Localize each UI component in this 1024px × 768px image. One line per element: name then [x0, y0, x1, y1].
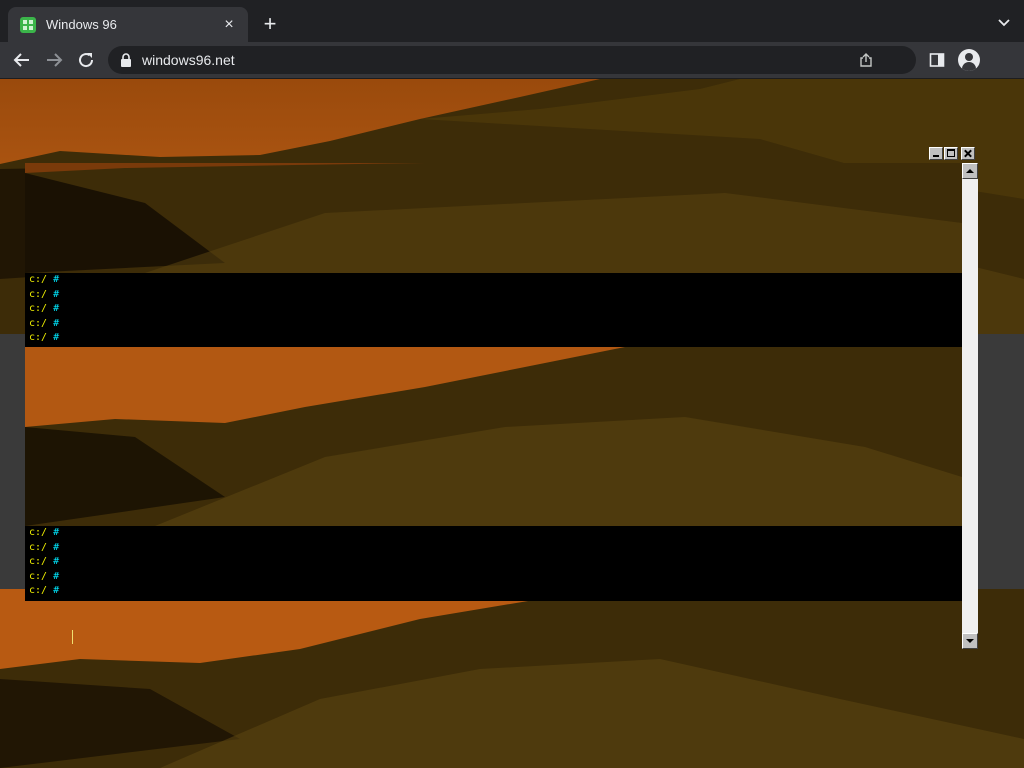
share-icon[interactable]: [858, 52, 874, 68]
prompt-path: c:/: [29, 274, 48, 285]
prompt-hash: #: [53, 585, 60, 596]
prompt-hash: #: [53, 274, 60, 285]
tab-list-icon[interactable]: [996, 14, 1012, 30]
prompt-path: c:/: [29, 585, 48, 596]
scroll-down-arrow-icon[interactable]: [962, 633, 978, 649]
terminal-prompt-line: c:/ #: [25, 584, 962, 599]
close-button[interactable]: [961, 147, 975, 160]
terminal-prompt-line: c:/ #: [25, 526, 962, 541]
maximize-button[interactable]: [944, 147, 958, 160]
terminal-background-top: [25, 163, 962, 273]
windows96-desktop[interactable]: c:/ # c:/ # c:/ # c:/ # c:/ # c:/ # c:/ # c:/ …: [0, 79, 1024, 768]
prompt-path: c:/: [29, 332, 48, 343]
prompt-hash: #: [53, 317, 60, 329]
scroll-track[interactable]: [962, 179, 978, 633]
address-bar[interactable]: windows96.net: [108, 46, 916, 74]
back-icon[interactable]: [10, 48, 34, 72]
scroll-up-arrow-icon[interactable]: [962, 163, 978, 179]
terminal-output-1[interactable]: c:/ # c:/ # c:/ # c:/ # c:/ #: [25, 273, 962, 347]
terminal-background-mid: [25, 347, 962, 526]
prompt-path: c:/: [29, 317, 48, 329]
window-controls: [929, 147, 975, 160]
terminal-bg-image-top: [25, 163, 962, 273]
minimize-button[interactable]: [929, 147, 943, 160]
reload-icon[interactable]: [74, 48, 98, 72]
terminal-prompt-line: c:/ #: [25, 541, 962, 556]
prompt-path: c:/: [29, 570, 48, 582]
url-text[interactable]: windows96.net: [142, 52, 235, 68]
prompt-hash: #: [53, 332, 60, 343]
terminal-prompt-line: c:/ #: [25, 302, 962, 317]
terminal-window[interactable]: c:/ # c:/ # c:/ # c:/ # c:/ # c:/ # c:/ # c:/ …: [25, 147, 978, 649]
prompt-hash: #: [53, 288, 60, 300]
new-tab-button[interactable]: +: [258, 12, 282, 36]
windows96-favicon-icon: [20, 16, 36, 33]
terminal-prompt-line: c:/ #: [25, 555, 962, 570]
browser-tab[interactable]: Windows 96 ×: [8, 7, 248, 42]
prompt-path: c:/: [29, 288, 48, 300]
profile-icon[interactable]: [958, 49, 980, 71]
prompt-path: c:/: [29, 527, 48, 538]
terminal-prompt-line: c:/ #: [25, 273, 962, 288]
terminal-prompt-line: c:/ #: [25, 570, 962, 585]
lock-icon[interactable]: [120, 53, 132, 67]
prompt-hash: #: [53, 303, 60, 314]
forward-icon[interactable]: [42, 48, 66, 72]
prompt-hash: #: [53, 556, 60, 567]
tab-close-button[interactable]: ×: [220, 16, 238, 34]
prompt-path: c:/: [29, 303, 48, 314]
prompt-hash: #: [53, 570, 60, 582]
terminal-scrollbar[interactable]: [962, 163, 978, 649]
prompt-hash: #: [53, 541, 60, 553]
browser-toolbar: windows96.net: [0, 42, 1024, 79]
prompt-path: c:/: [29, 541, 48, 553]
prompt-path: c:/: [29, 556, 48, 567]
terminal-bg-image-mid: [25, 347, 962, 526]
terminal-output-2[interactable]: c:/ # c:/ # c:/ # c:/ # c:/ #: [25, 526, 962, 601]
tab-strip: Windows 96 × +: [0, 0, 1024, 42]
terminal-prompt-line: c:/ #: [25, 317, 962, 332]
tab-title: Windows 96: [46, 17, 117, 32]
prompt-hash: #: [53, 527, 60, 538]
side-panel-icon[interactable]: [929, 52, 945, 68]
terminal-prompt-line: c:/ #: [25, 331, 962, 346]
terminal-prompt-line: c:/ #: [25, 288, 962, 303]
